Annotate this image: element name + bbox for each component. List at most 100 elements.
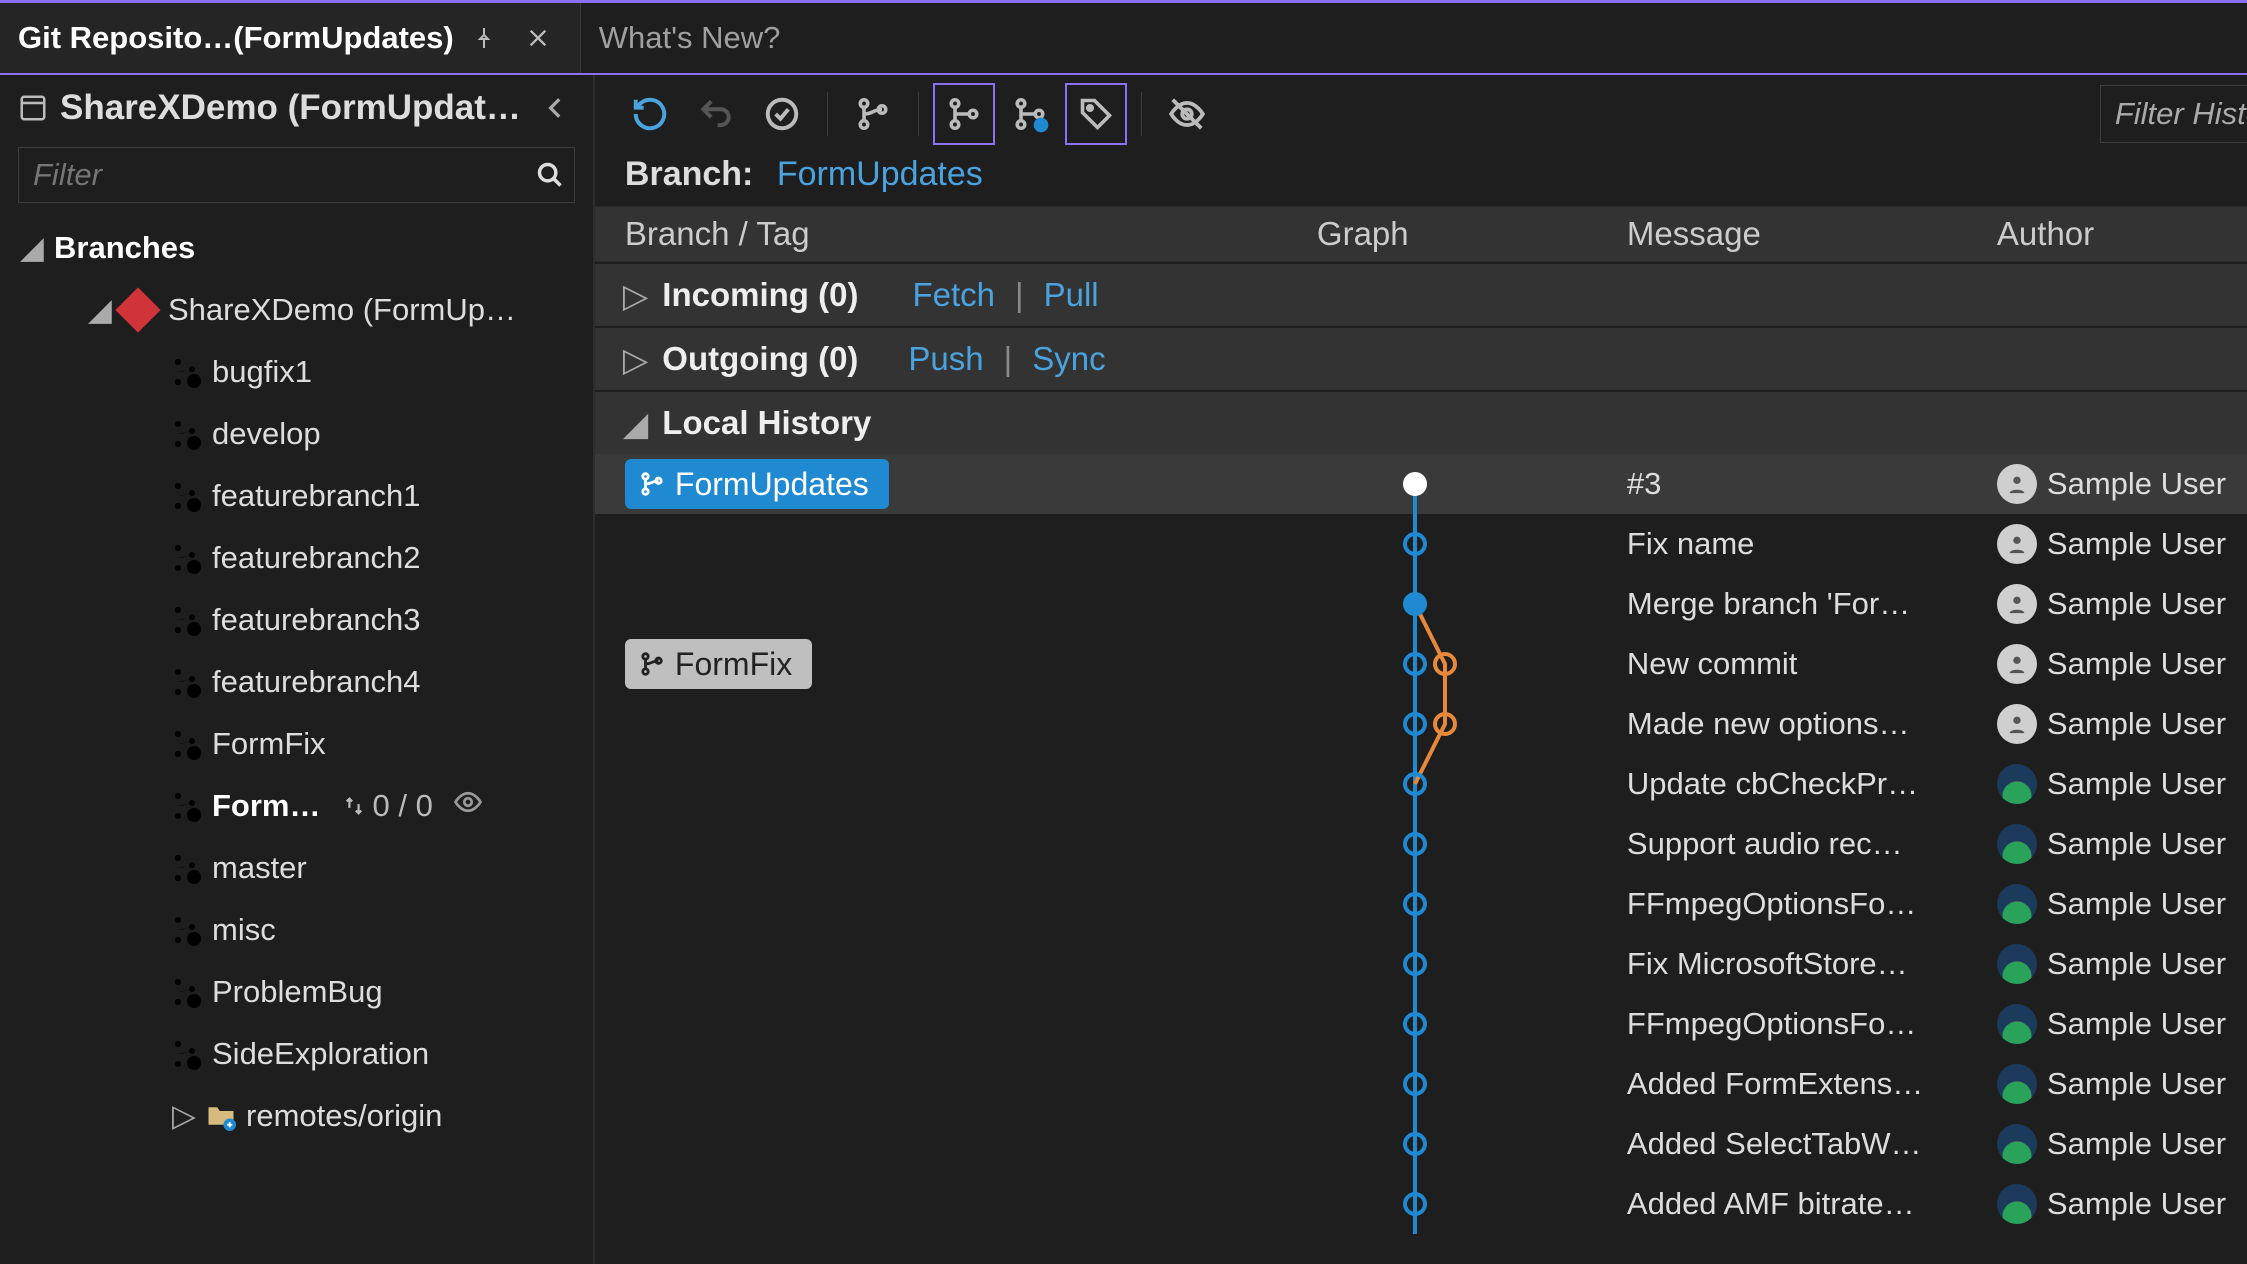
branch-icon [172, 977, 202, 1007]
avatar-icon [1997, 644, 2037, 684]
history-toolbar: Filter History [595, 75, 2247, 149]
commit-row[interactable]: Made new options…Sample User8/10/2023… [595, 694, 2247, 754]
branch-icon [172, 481, 202, 511]
branch-item[interactable]: featurebranch2 [0, 527, 593, 589]
branch-label: featurebranch1 [212, 478, 421, 514]
filter-history-input[interactable]: Filter History [2100, 85, 2247, 143]
branch-label: Branch: [625, 155, 753, 193]
filter-input[interactable] [19, 157, 526, 193]
tab-git-repository[interactable]: Git Reposito…(FormUpdates) [0, 3, 580, 73]
branches-node[interactable]: ◢ Branches [0, 217, 593, 279]
branch-item[interactable]: master [0, 837, 593, 899]
search-icon[interactable] [526, 151, 574, 199]
avatar-icon [1997, 524, 2037, 564]
sync-link[interactable]: Sync [1032, 340, 1105, 378]
content-panel: Filter History Branch: FormUpdates Branc… [595, 75, 2247, 1264]
branch-icon [172, 915, 202, 945]
fetch-link[interactable]: Fetch [912, 276, 995, 314]
refresh-icon[interactable] [619, 83, 681, 145]
branch-label: bugfix1 [212, 354, 312, 390]
commit-row[interactable]: Fix MicrosoftStore…Sample User7/22/2023… [595, 934, 2247, 994]
branch-icon [172, 791, 202, 821]
grid-header: Branch / Tag Graph Message Author Date [595, 206, 2247, 262]
caret-down-icon: ◢ [20, 230, 44, 266]
branch-single-icon[interactable] [842, 83, 904, 145]
caret-right-icon: ▷ [172, 1098, 196, 1134]
commit-author: Sample User [1997, 704, 2247, 744]
branch-value[interactable]: FormUpdates [777, 155, 983, 193]
check-circle-icon[interactable] [751, 83, 813, 145]
branch-item[interactable]: featurebranch4 [0, 651, 593, 713]
branch-label: SideExploration [212, 1036, 429, 1072]
commit-row[interactable]: Added SelectTabW…Sample User7/21/2023… [595, 1114, 2247, 1174]
branch-item[interactable]: SideExploration [0, 1023, 593, 1085]
local-history-label: Local History [662, 404, 871, 442]
branch-remote-icon[interactable] [999, 83, 1061, 145]
commit-row[interactable]: FormUpdates#3Sample User8/18/2023… [595, 454, 2247, 514]
local-history-section[interactable]: ◢ Local History [595, 392, 2247, 454]
branch-item[interactable]: FormFix [0, 713, 593, 775]
commit-message: Made new options… [1627, 706, 1997, 742]
repo-header: ShareXDemo (FormUpdat… [0, 75, 593, 137]
repo-node[interactable]: ◢ ShareXDemo (FormUp… [0, 279, 593, 341]
avatar-icon [1997, 1184, 2037, 1224]
branch-item[interactable]: ProblemBug [0, 961, 593, 1023]
col-branch-tag[interactable]: Branch / Tag [625, 215, 1317, 253]
branch-item[interactable]: featurebranch1 [0, 465, 593, 527]
commit-author: Sample User [1997, 944, 2247, 984]
branch-counts: 0 / 0 [343, 788, 433, 824]
sidebar: ShareXDemo (FormUpdat… ◢ Branches ◢ Shar… [0, 75, 595, 1264]
outgoing-section[interactable]: ▷ Outgoing (0) Push | Sync [595, 328, 2247, 390]
branch-item[interactable]: featurebranch3 [0, 589, 593, 651]
repo-node-label: ShareXDemo (FormUp… [168, 292, 516, 328]
pull-link[interactable]: Pull [1044, 276, 1099, 314]
tag-icon[interactable] [1065, 83, 1127, 145]
commit-row[interactable]: FFmpegOptionsFo…Sample User7/22/2023… [595, 994, 2247, 1054]
commit-message: Added FormExtens… [1627, 1066, 1997, 1102]
col-message[interactable]: Message [1627, 215, 1997, 253]
branch-chip[interactable]: FormFix [625, 639, 812, 689]
pin-icon[interactable] [460, 14, 508, 62]
branch-graph-icon[interactable] [933, 83, 995, 145]
tab-whats-new[interactable]: What's New? [580, 3, 799, 73]
branch-item[interactable]: develop [0, 403, 593, 465]
commit-message: Fix MicrosoftStore… [1627, 946, 1997, 982]
col-graph[interactable]: Graph [1317, 215, 1627, 253]
branch-icon [172, 357, 202, 387]
commit-row[interactable]: Added AMF bitrate…Sample User7/21/2023… [595, 1174, 2247, 1234]
push-link[interactable]: Push [908, 340, 983, 378]
col-author[interactable]: Author [1997, 215, 2247, 253]
branch-item[interactable]: bugfix1 [0, 341, 593, 403]
back-chevron-icon[interactable] [533, 85, 579, 131]
branch-item[interactable]: Form…0 / 0 [0, 775, 593, 837]
commit-row[interactable]: Fix nameSample User8/14/2023… [595, 514, 2247, 574]
commit-row[interactable]: FormFixNew commitSample User8/10/2023… [595, 634, 2247, 694]
commit-row[interactable]: Update cbCheckPr…Sample User7/30/2023… [595, 754, 2247, 814]
branch-label: develop [212, 416, 321, 452]
avatar-icon [1997, 1064, 2037, 1104]
commit-history: FormUpdates#3Sample User8/18/2023…Fix na… [595, 454, 2247, 1234]
commit-row[interactable]: Merge branch 'For…Sample User8/10/2023… [595, 574, 2247, 634]
commit-row[interactable]: FFmpegOptionsFo…Sample User7/22/2023… [595, 874, 2247, 934]
branch-icon [172, 543, 202, 573]
commit-message: Added AMF bitrate… [1627, 1186, 1997, 1222]
branch-item[interactable]: misc [0, 899, 593, 961]
commit-row[interactable]: Support audio rec…Sample User7/23/2023… [595, 814, 2247, 874]
commit-message: New commit [1627, 646, 1997, 682]
undo-icon[interactable] [685, 83, 747, 145]
branch-label: featurebranch3 [212, 602, 421, 638]
commit-author: Sample User [1997, 584, 2247, 624]
close-icon[interactable] [514, 14, 562, 62]
commit-message: Support audio rec… [1627, 826, 1997, 862]
filter-history-placeholder: Filter History [2115, 96, 2247, 132]
branch-breadcrumb: Branch: FormUpdates [595, 149, 2247, 206]
commit-row[interactable]: Added FormExtens…Sample User7/21/2023… [595, 1054, 2247, 1114]
caret-down-icon: ◢ [623, 404, 648, 443]
filter-box[interactable] [18, 147, 575, 203]
incoming-section[interactable]: ▷ Incoming (0) Fetch | Pull [595, 264, 2247, 326]
remotes-node[interactable]: ▷ remotes/origin [0, 1085, 593, 1147]
branch-chip[interactable]: FormUpdates [625, 459, 889, 509]
eye-off-icon[interactable] [1156, 83, 1218, 145]
commit-author: Sample User [1997, 524, 2247, 564]
commit-message: Added SelectTabW… [1627, 1126, 1997, 1162]
